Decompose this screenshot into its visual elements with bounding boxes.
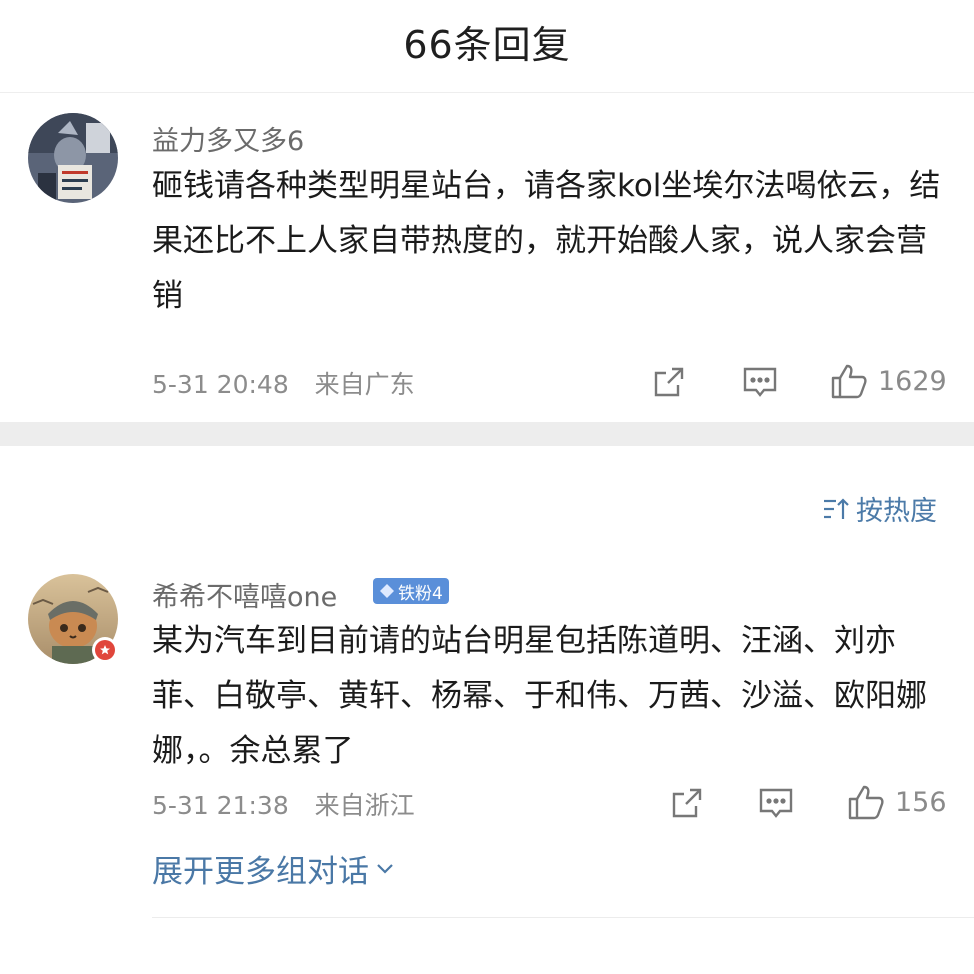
comment-author[interactable]: 益力多又多6 — [152, 119, 304, 158]
comment-location: 来自广东 — [314, 370, 415, 399]
like-count: 156 — [895, 786, 947, 818]
header-bar: 66条回复 — [0, 0, 974, 93]
share-icon — [672, 788, 702, 818]
like-button[interactable]: 156 — [847, 783, 947, 821]
like-button[interactable]: 1629 — [830, 362, 947, 400]
comment-button[interactable] — [742, 365, 778, 399]
verified-badge-icon — [92, 637, 118, 663]
expand-label: 展开更多组对话 — [152, 854, 369, 890]
comment-text: 砸钱请各种类型明星站台，请各家kol坐埃尔法喝依云，结果还比不上人家自带热度的，… — [152, 168, 941, 314]
reply-location: 来自浙江 — [314, 791, 415, 820]
avatar-image-icon — [28, 113, 118, 203]
reply-time: 5-31 21:38 — [152, 791, 289, 820]
thumbs-up-icon — [848, 785, 884, 820]
like-count: 1629 — [878, 365, 947, 397]
share-button[interactable] — [652, 365, 686, 399]
section-divider — [0, 422, 974, 446]
reply-meta: 5-31 21:38 来自浙江 — [152, 786, 415, 822]
chevron-down-icon — [377, 863, 393, 874]
share-button[interactable] — [670, 786, 704, 820]
comment-time: 5-31 20:48 — [152, 370, 289, 399]
comment-button[interactable] — [758, 786, 794, 820]
sort-button[interactable]: 按热度 — [822, 489, 937, 528]
reply-author[interactable]: 希希不嘻嘻one — [152, 575, 337, 614]
thumbs-up-icon — [831, 364, 867, 399]
reply-thread-page: 66条回复 益力多又多6 砸钱请各种类型明星站台，请各家kol坐埃尔法喝依云，结… — [0, 0, 974, 974]
share-icon — [654, 367, 684, 397]
page-title: 66条回复 — [403, 23, 571, 67]
avatar[interactable] — [28, 113, 118, 203]
fan-level-badge: 铁粉4 — [373, 578, 449, 604]
comment-icon — [759, 788, 793, 818]
comment-icon — [743, 367, 777, 397]
reply-text: 某为汽车到目前请的站台明星包括陈道明、汪涵、刘亦菲、白敬亭、黄轩、杨幂、于和伟、… — [152, 623, 927, 769]
expand-more-conversations-link[interactable]: 展开更多组对话 — [152, 846, 395, 891]
sort-icon — [824, 497, 849, 519]
comment-meta: 5-31 20:48 来自广东 — [152, 365, 415, 401]
sort-label: 按热度 — [856, 496, 937, 527]
divider — [152, 917, 974, 918]
diamond-icon — [380, 584, 394, 598]
